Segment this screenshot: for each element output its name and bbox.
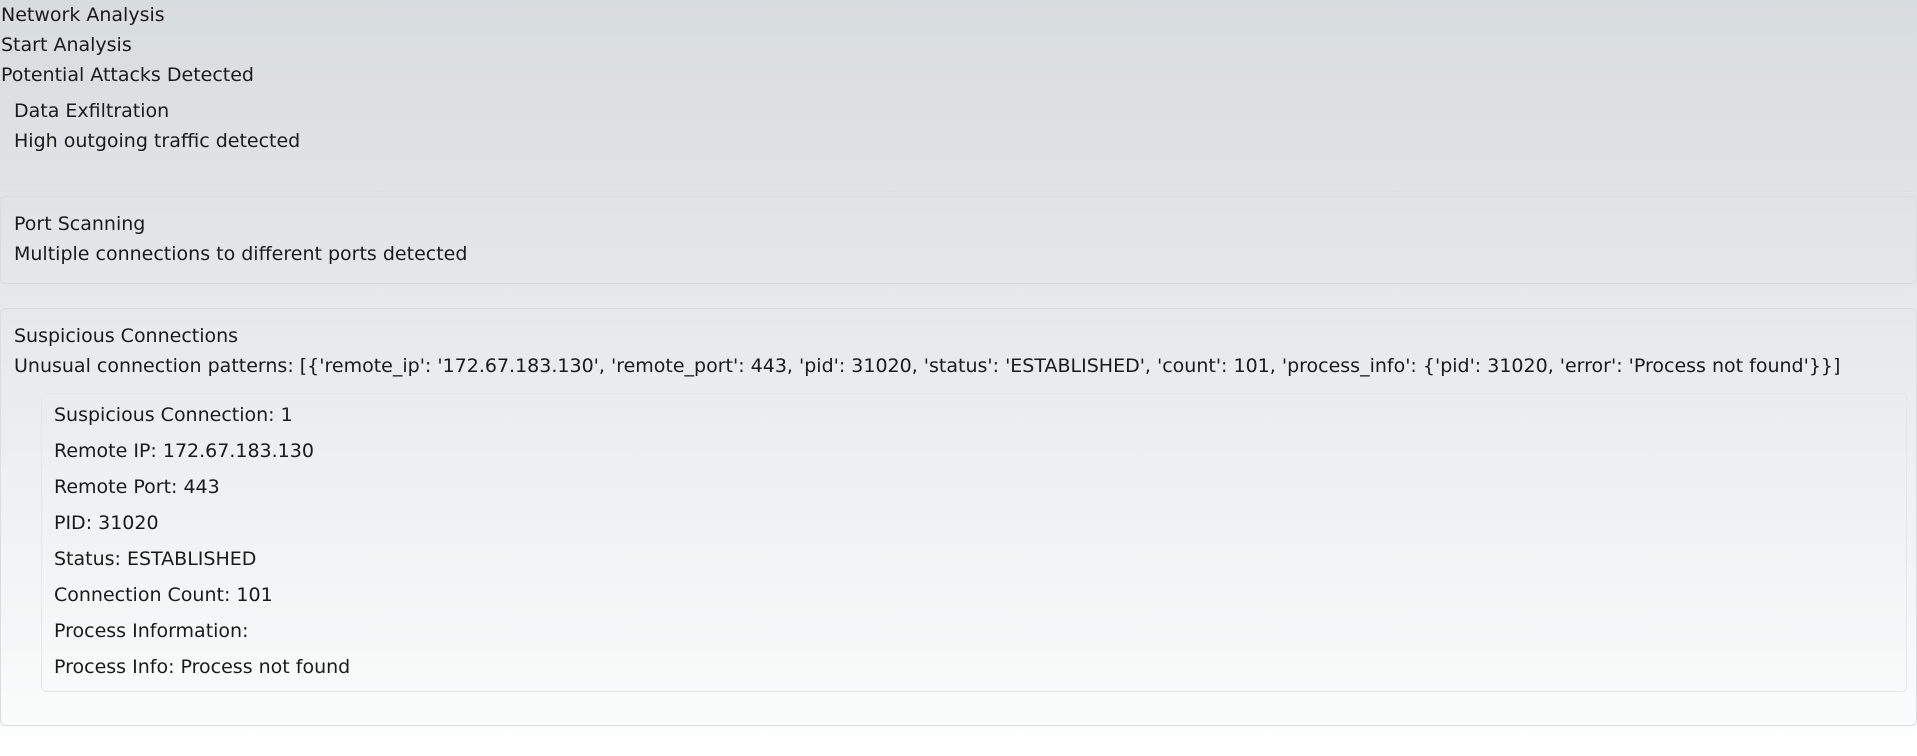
attacks-heading: Potential Attacks Detected xyxy=(1,64,254,86)
connection-remote-ip: Remote IP: 172.67.183.130 xyxy=(54,440,314,462)
header: Network Analysis Start Analysis Potentia… xyxy=(0,0,1917,90)
page: Network Analysis Start Analysis Potentia… xyxy=(0,0,1917,756)
attack-name: Data Exfiltration xyxy=(14,100,170,122)
page-title: Network Analysis xyxy=(1,4,165,26)
start-analysis-button[interactable]: Start Analysis xyxy=(1,30,1917,60)
process-information-header: Process Information: xyxy=(54,620,249,642)
suspicious-connection-details: Suspicious Connection: 1 Remote IP: 172.… xyxy=(41,393,1907,692)
attack-card-port-scanning: Port Scanning Multiple connections to di… xyxy=(0,196,1917,284)
attack-card-data-exfiltration: Data Exfiltration High outgoing traffic … xyxy=(0,94,1917,192)
attack-card-suspicious-connections: Suspicious Connections Unusual connectio… xyxy=(0,308,1917,726)
connection-remote-port: Remote Port: 443 xyxy=(54,476,220,498)
attack-name: Port Scanning xyxy=(14,213,146,235)
attack-description: Unusual connection patterns: [{'remote_i… xyxy=(14,355,1841,377)
connection-title: Suspicious Connection: 1 xyxy=(54,404,293,426)
connection-status: Status: ESTABLISHED xyxy=(54,548,257,570)
attack-name: Suspicious Connections xyxy=(14,325,239,347)
connection-count: Connection Count: 101 xyxy=(54,584,273,606)
attack-description: Multiple connections to different ports … xyxy=(14,243,468,265)
attack-description: High outgoing traffic detected xyxy=(14,130,301,152)
process-info: Process Info: Process not found xyxy=(54,656,351,678)
connection-pid: PID: 31020 xyxy=(54,512,159,534)
